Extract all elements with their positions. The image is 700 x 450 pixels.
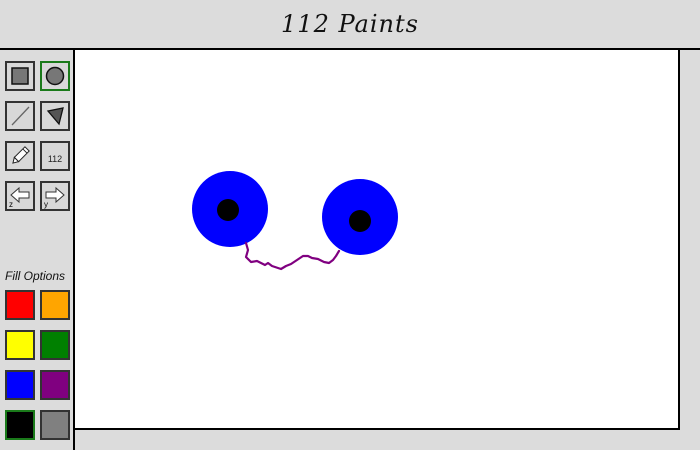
fill-options-label: Fill Options — [5, 269, 66, 283]
square-icon — [11, 67, 29, 85]
circle-tool[interactable] — [40, 61, 70, 91]
drawing-surface — [192, 171, 398, 271]
pencil-tool[interactable] — [5, 141, 35, 171]
circle-icon — [45, 66, 65, 86]
line-tool[interactable] — [5, 101, 35, 131]
swatch-red[interactable] — [5, 290, 35, 320]
swatch-black[interactable] — [5, 410, 35, 440]
toolbar: 112 z y Fill Options — [0, 50, 75, 450]
swatch-green[interactable] — [40, 330, 70, 360]
right-pupil-circle — [349, 210, 371, 232]
swatch-orange[interactable] — [40, 290, 70, 320]
redo-button[interactable]: y — [40, 181, 70, 211]
title-bar: 112 Paints — [0, 0, 700, 50]
redo-shortcut: y — [44, 200, 48, 209]
triangle-icon — [46, 107, 64, 126]
pencil-icon — [12, 146, 30, 164]
undo-shortcut: z — [9, 200, 13, 209]
drawing-canvas[interactable] — [75, 50, 680, 430]
left-pupil-circle — [217, 199, 239, 221]
swatch-gray[interactable] — [40, 410, 70, 440]
undo-button[interactable]: z — [5, 181, 35, 211]
rectangle-tool[interactable] — [5, 61, 35, 91]
swatch-purple[interactable] — [40, 370, 70, 400]
text-icon: 112 — [47, 154, 63, 164]
line-icon — [11, 106, 30, 126]
freehand-stroke — [244, 241, 341, 271]
swatch-blue[interactable] — [5, 370, 35, 400]
polygon-tool[interactable] — [40, 101, 70, 131]
app-title: 112 Paints — [281, 10, 419, 38]
swatch-yellow[interactable] — [5, 330, 35, 360]
text-tool[interactable]: 112 — [40, 141, 70, 171]
